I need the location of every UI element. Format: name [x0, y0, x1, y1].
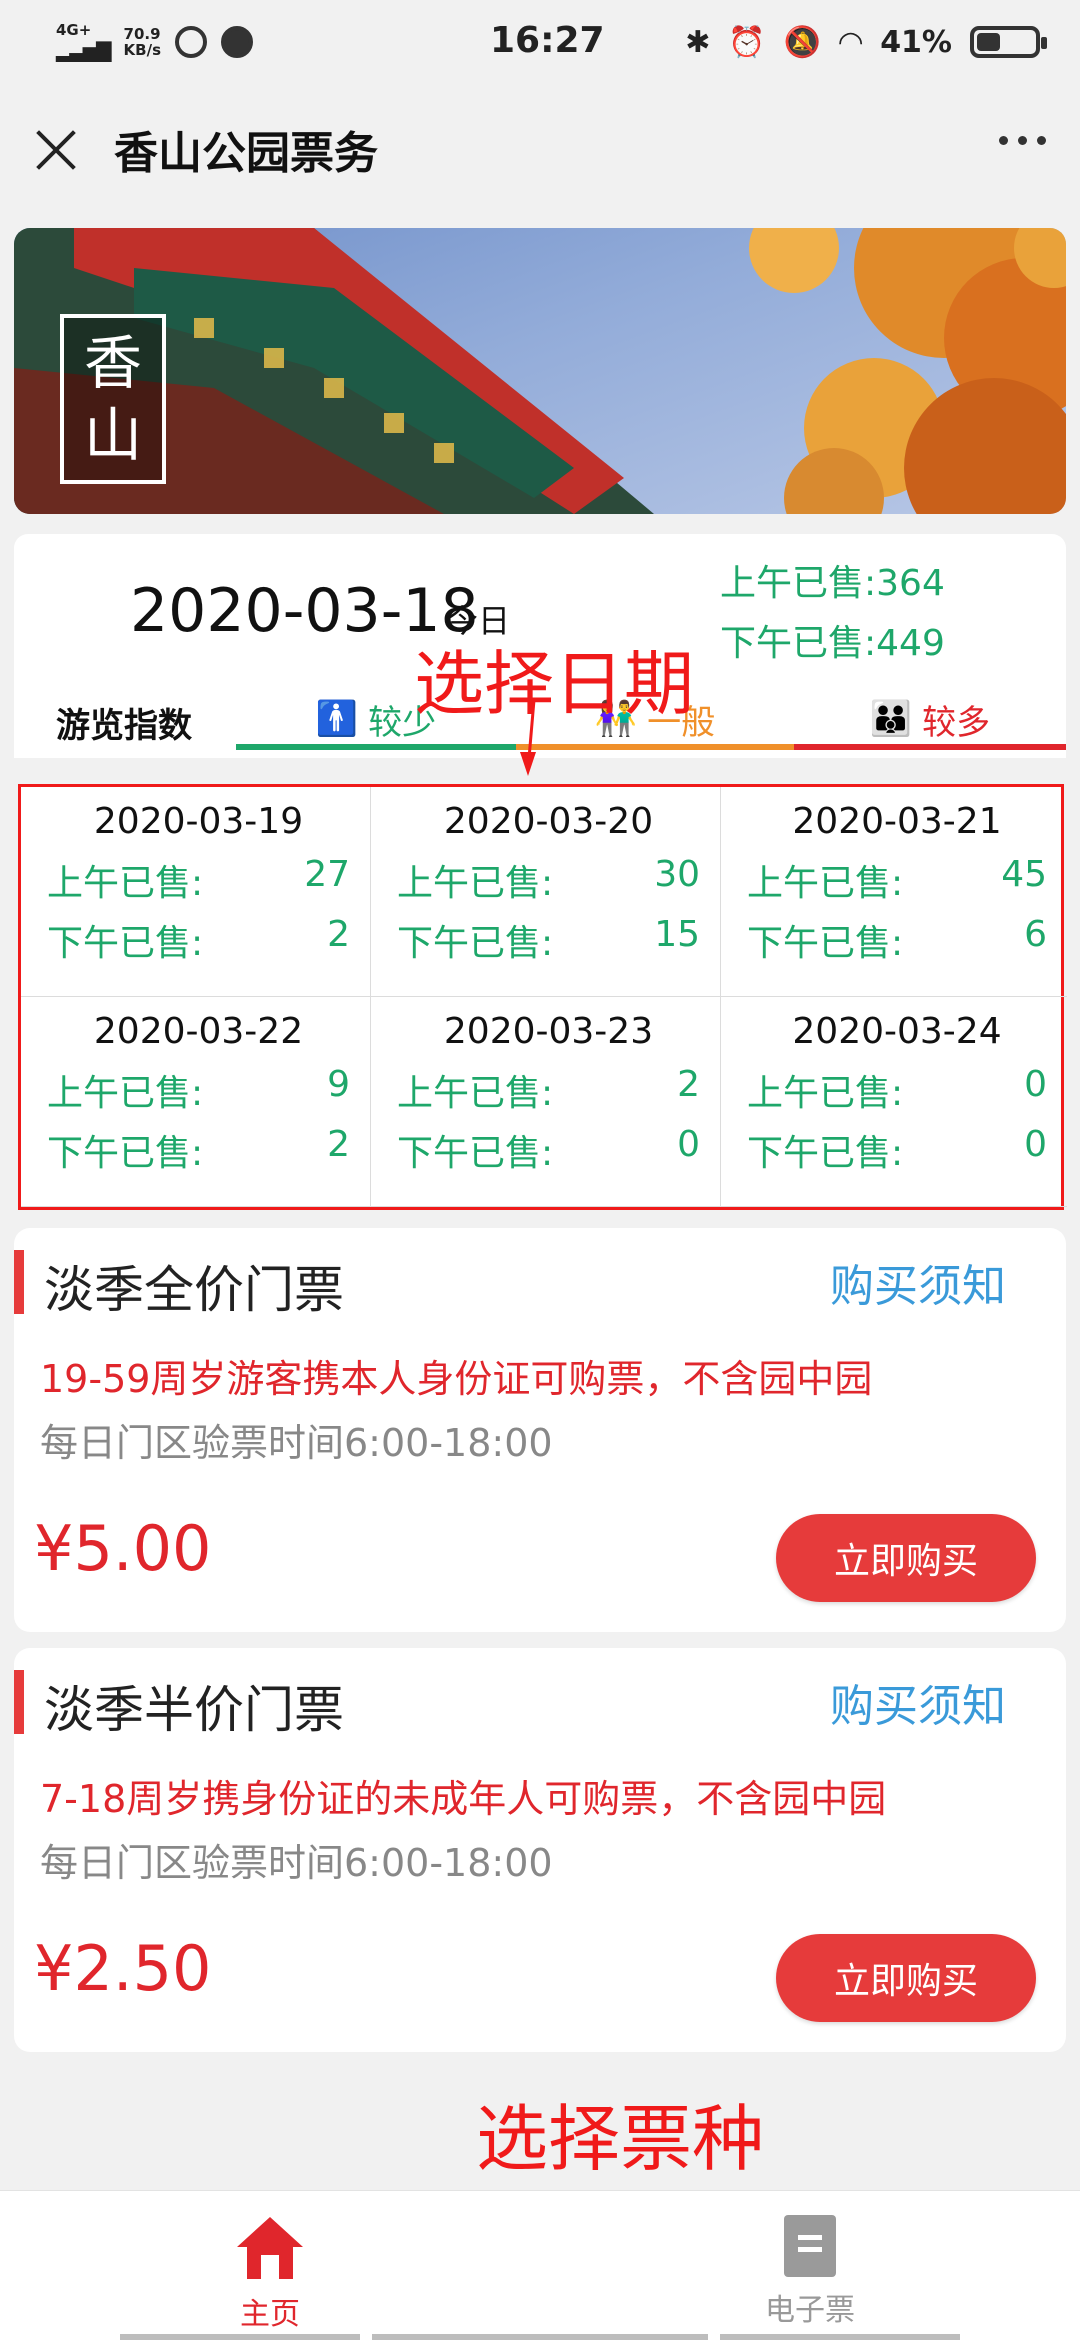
- nav-home-label: 主页: [240, 2297, 300, 2332]
- date-arrow-head: [520, 752, 536, 776]
- nav-home[interactable]: 主页: [170, 2215, 370, 2333]
- ticket-price: ¥2.50: [34, 1932, 212, 2005]
- buy-now-button[interactable]: 立即购买: [776, 1514, 1036, 1602]
- nav-eticket[interactable]: 电子票: [710, 2215, 910, 2329]
- gesture-bar: [120, 2334, 360, 2340]
- ticket-price: ¥5.00: [34, 1512, 212, 1585]
- purchase-notice-link[interactable]: 购买须知: [830, 1670, 1006, 1734]
- ticket-eligibility: 7-18周岁携身份证的未成年人可购票，不含园中园: [40, 1777, 887, 1821]
- eticket-icon: [784, 2215, 836, 2277]
- gesture-bar: [372, 2334, 708, 2340]
- ticket-accent-bar: [14, 1250, 24, 1314]
- ticket-eligibility: 19-59周岁游客携本人身份证可购票，不含园中园: [40, 1357, 873, 1401]
- ticket-card-half-price: 淡季半价门票 购买须知 7-18周岁携身份证的未成年人可购票，不含园中园 每日门…: [14, 1648, 1066, 2052]
- ticket-hours: 每日门区验票时间6:00-18:00: [40, 1841, 553, 1885]
- purchase-notice-link[interactable]: 购买须知: [830, 1250, 1006, 1314]
- nav-eticket-label: 电子票: [765, 2293, 855, 2328]
- home-icon: [235, 2215, 305, 2281]
- ticket-hours: 每日门区验票时间6:00-18:00: [40, 1421, 553, 1465]
- buy-now-button[interactable]: 立即购买: [776, 1934, 1036, 2022]
- annotation-select-ticket-type: 选择票种: [476, 2097, 765, 2181]
- ticket-accent-bar: [14, 1670, 24, 1734]
- ticket-card-full-price: 淡季全价门票 购买须知 19-59周岁游客携本人身份证可购票，不含园中园 每日门…: [14, 1228, 1066, 1632]
- gesture-bar: [720, 2334, 960, 2340]
- bottom-navigation: 主页 电子票: [0, 2190, 1080, 2340]
- ticket-name: 淡季全价门票: [44, 1261, 344, 1319]
- ticket-name: 淡季半价门票: [44, 1681, 344, 1739]
